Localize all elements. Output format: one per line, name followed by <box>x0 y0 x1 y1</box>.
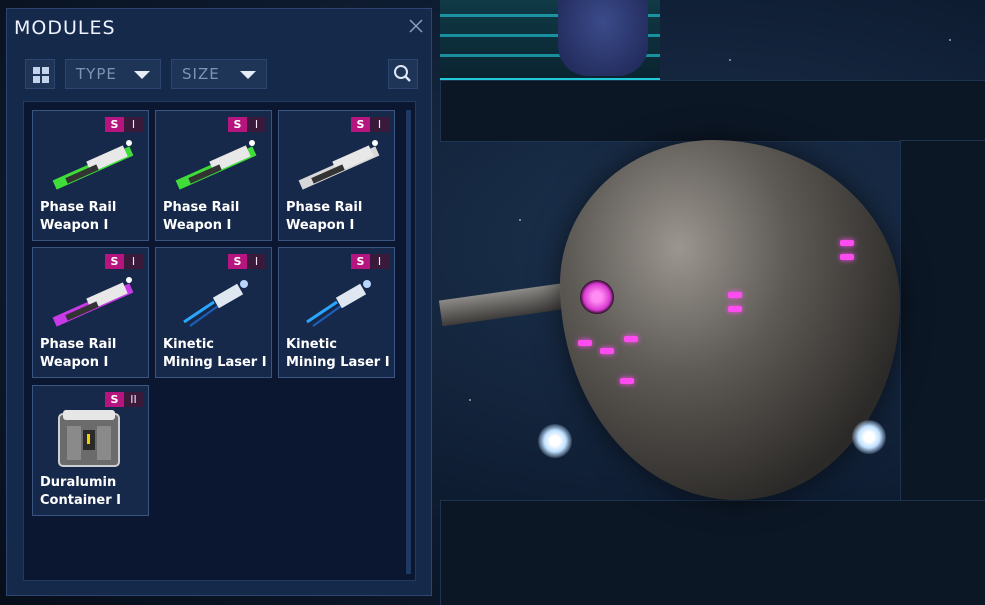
module-badges: SI <box>105 254 143 269</box>
size-badge: S <box>351 117 370 132</box>
module-card[interactable]: S I Phase Rail Weapon I <box>278 110 395 241</box>
size-badge: S <box>105 117 124 132</box>
module-badges: SI <box>351 117 389 132</box>
module-badges: SI <box>228 117 266 132</box>
module-name: Phase Rail Weapon I <box>40 200 117 233</box>
grid-view-button[interactable] <box>25 59 55 89</box>
module-badges: SI <box>351 254 389 269</box>
pilot-portrait <box>440 0 660 80</box>
tier-badge: II <box>124 392 143 407</box>
mining-laser-icon <box>293 270 383 330</box>
scrollbar[interactable] <box>406 110 411 574</box>
module-card[interactable]: S I Kinetic Mining Laser I <box>278 247 395 378</box>
size-dropdown[interactable]: SIZE <box>171 59 267 89</box>
ship-core-light <box>580 280 614 314</box>
tier-badge: I <box>247 117 266 132</box>
module-card[interactable]: S I Phase Rail Weapon I <box>32 247 149 378</box>
module-card[interactable]: S I Phase Rail Weapon I <box>32 110 149 241</box>
module-name: Phase Rail Weapon I <box>163 200 240 233</box>
station-floor <box>440 500 985 605</box>
size-badge: S <box>105 392 124 407</box>
search-button[interactable] <box>388 59 418 89</box>
module-badges: SI <box>105 117 143 132</box>
pilot-avatar <box>558 0 648 76</box>
phase-rail-green-icon <box>47 133 137 193</box>
modules-panel: MODULES TYPE SIZE S I Phase Rail Weapon … <box>6 8 432 596</box>
search-icon <box>394 65 411 82</box>
phase-rail-green-icon <box>170 133 260 193</box>
thruster-left <box>538 424 572 458</box>
module-name: Kinetic Mining Laser I <box>163 337 267 370</box>
filter-toolbar: TYPE SIZE <box>23 59 418 91</box>
chevron-down-icon <box>134 71 150 79</box>
type-dropdown-label: TYPE <box>76 65 117 83</box>
type-dropdown[interactable]: TYPE <box>65 59 161 89</box>
size-badge: S <box>351 254 370 269</box>
module-list: S I Phase Rail Weapon I S I Phase Rail Weapon… <box>23 101 416 581</box>
module-card[interactable]: S I Kinetic Mining Laser I <box>155 247 272 378</box>
module-name: Phase Rail Weapon I <box>286 200 363 233</box>
module-name: Kinetic Mining Laser I <box>286 337 390 370</box>
module-name: Duralumin Container I <box>40 475 122 508</box>
thruster-right <box>852 420 886 454</box>
close-icon <box>409 19 423 33</box>
scrollbar-thumb[interactable] <box>406 110 411 574</box>
size-badge: S <box>105 254 124 269</box>
panel-title: MODULES <box>14 17 116 39</box>
tier-badge: I <box>124 254 143 269</box>
phase-rail-purple-icon <box>47 270 137 330</box>
chevron-down-icon <box>240 71 256 79</box>
size-dropdown-label: SIZE <box>182 65 220 83</box>
module-card[interactable]: S II Duralumin Container I <box>32 385 149 516</box>
tier-badge: I <box>370 117 389 132</box>
size-badge: S <box>228 254 247 269</box>
container-icon <box>47 408 137 468</box>
module-badges: S II <box>105 392 143 407</box>
close-button[interactable] <box>405 15 427 37</box>
size-badge: S <box>228 117 247 132</box>
station-structure <box>440 80 985 142</box>
mining-laser-icon <box>170 270 260 330</box>
module-card[interactable]: S I Phase Rail Weapon I <box>155 110 272 241</box>
phase-rail-silver-icon <box>293 133 383 193</box>
module-name: Phase Rail Weapon I <box>40 337 117 370</box>
tier-badge: I <box>370 254 389 269</box>
tier-badge: I <box>247 254 266 269</box>
tier-badge: I <box>124 117 143 132</box>
module-badges: SI <box>228 254 266 269</box>
